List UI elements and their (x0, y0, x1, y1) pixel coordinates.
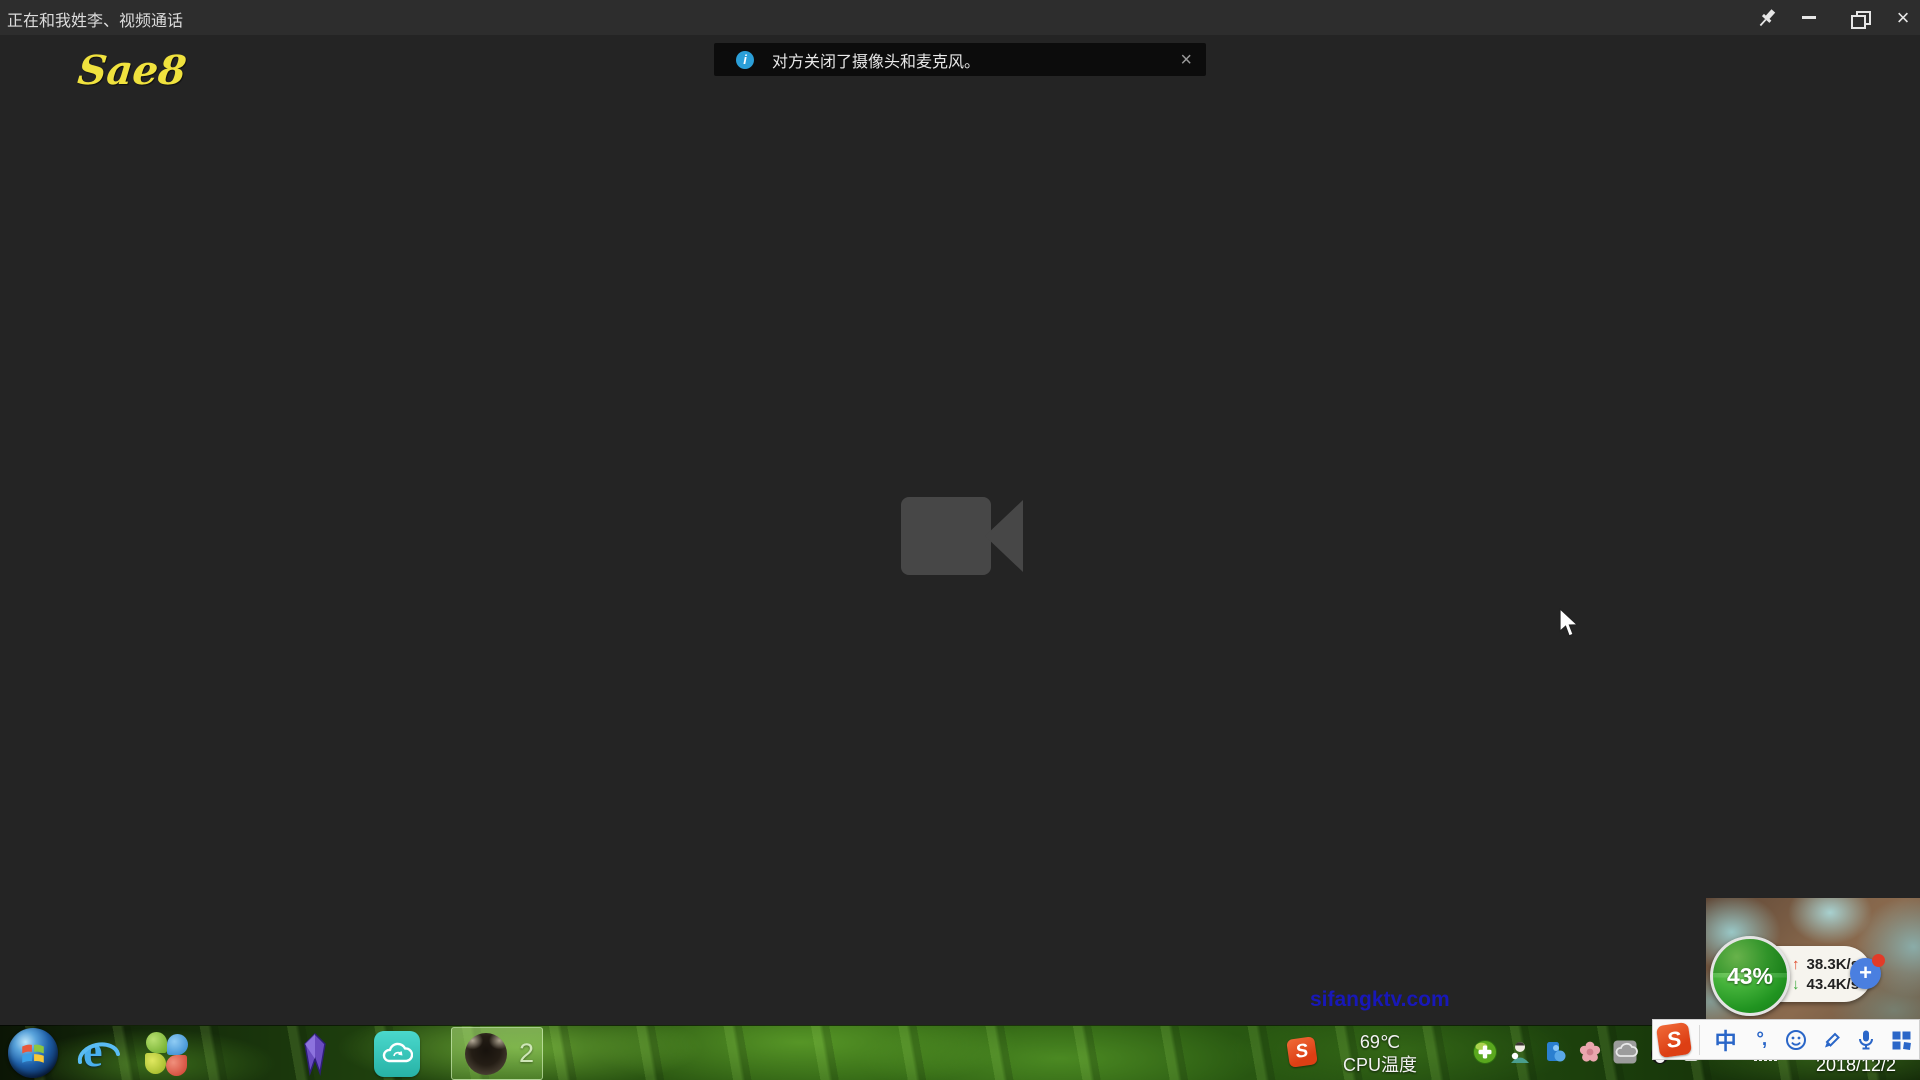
camera-off-icon (901, 497, 1023, 575)
pen-icon (1819, 1028, 1843, 1052)
ime-toolbar: S 中 °, (1652, 1019, 1920, 1060)
cpu-temperature-widget[interactable]: 69℃ CPU温度 (1328, 1029, 1432, 1079)
toolbox-grid-icon (1889, 1028, 1913, 1052)
ime-handwriting-button[interactable] (1814, 1028, 1849, 1052)
cpu-temp-value: 69℃ (1360, 1031, 1400, 1054)
memory-usage-ball[interactable]: 43% (1710, 936, 1790, 1016)
minimize-button[interactable] (1790, 0, 1828, 35)
window-title: 正在和我姓李、视频通话 (7, 7, 183, 31)
notification-text: 对方关闭了摄像头和麦克风。 (772, 48, 980, 72)
video-call-area: Sae8 i 对方关闭了摄像头和麦克风。 × sifangktv.com ↑ 3… (0, 35, 1920, 1025)
tray-360-safety-icon[interactable] (1472, 1039, 1498, 1065)
ime-emoji-button[interactable] (1778, 1028, 1813, 1052)
info-icon: i (736, 51, 754, 69)
ie-swoosh-icon (74, 1036, 124, 1076)
purple-gem-icon (295, 1031, 335, 1077)
tray-phone-app-icon[interactable] (1542, 1039, 1568, 1065)
tray-messenger-icon[interactable] (1507, 1039, 1533, 1065)
taskbar-badge: 2 (519, 1038, 534, 1069)
video-call-window: 正在和我姓李、视频通话 × Sae8 i 对方关闭了摄 (0, 0, 1920, 1080)
taskbar-cloud-app-button[interactable] (374, 1031, 420, 1077)
microphone-icon (1854, 1028, 1878, 1052)
contact-avatar (465, 1033, 507, 1075)
pin-button[interactable] (1748, 0, 1786, 35)
download-arrow-icon: ↓ (1792, 976, 1800, 993)
close-button[interactable]: × (1884, 0, 1920, 35)
taskbar-game-app-button[interactable] (292, 1030, 338, 1078)
notification-dot (1872, 954, 1885, 967)
taskbar: e 2 S (0, 1025, 1920, 1080)
banner-close-button[interactable]: × (1180, 50, 1192, 70)
tray-cloud-disabled-icon[interactable] (1612, 1039, 1638, 1065)
smiley-icon (1784, 1028, 1808, 1052)
taskbar-pinwheel-app-button[interactable] (144, 1031, 190, 1077)
cloud-sync-icon (381, 1041, 413, 1067)
tray-flower-icon[interactable] (1577, 1039, 1603, 1065)
restore-icon (1851, 11, 1867, 25)
ime-toolbox-button[interactable] (1884, 1028, 1919, 1052)
tray-sogou-icon[interactable]: S (1286, 1036, 1318, 1068)
windows-flag-icon (19, 1039, 47, 1067)
watermark-text: sifangktv.com (1310, 988, 1450, 1012)
sogou-logo-icon[interactable]: S (1656, 1021, 1692, 1057)
taskbar-active-call-app-button[interactable]: 2 (451, 1027, 543, 1080)
ime-punctuation-toggle[interactable]: °, (1743, 1029, 1778, 1051)
app-logo: Sae8 (76, 47, 189, 94)
notification-banner: i 对方关闭了摄像头和麦克风。 × (714, 43, 1206, 76)
mouse-cursor (1556, 608, 1582, 643)
upload-arrow-icon: ↑ (1792, 956, 1800, 973)
memory-percent: 43% (1727, 963, 1773, 990)
cpu-temp-label: CPU温度 (1343, 1054, 1417, 1077)
pin-icon (1755, 6, 1779, 30)
taskbar-ie-button[interactable]: e (74, 1030, 124, 1076)
start-button[interactable] (8, 1028, 58, 1078)
ime-separator (1699, 1025, 1700, 1055)
titlebar: 正在和我姓李、视频通话 × (0, 0, 1920, 35)
close-icon: × (1897, 0, 1910, 35)
ime-language-toggle[interactable]: 中 (1708, 1024, 1743, 1056)
minimize-icon (1802, 16, 1816, 19)
restore-button[interactable] (1840, 0, 1878, 35)
pinwheel-icon (146, 1032, 167, 1053)
ime-voice-button[interactable] (1849, 1028, 1884, 1052)
